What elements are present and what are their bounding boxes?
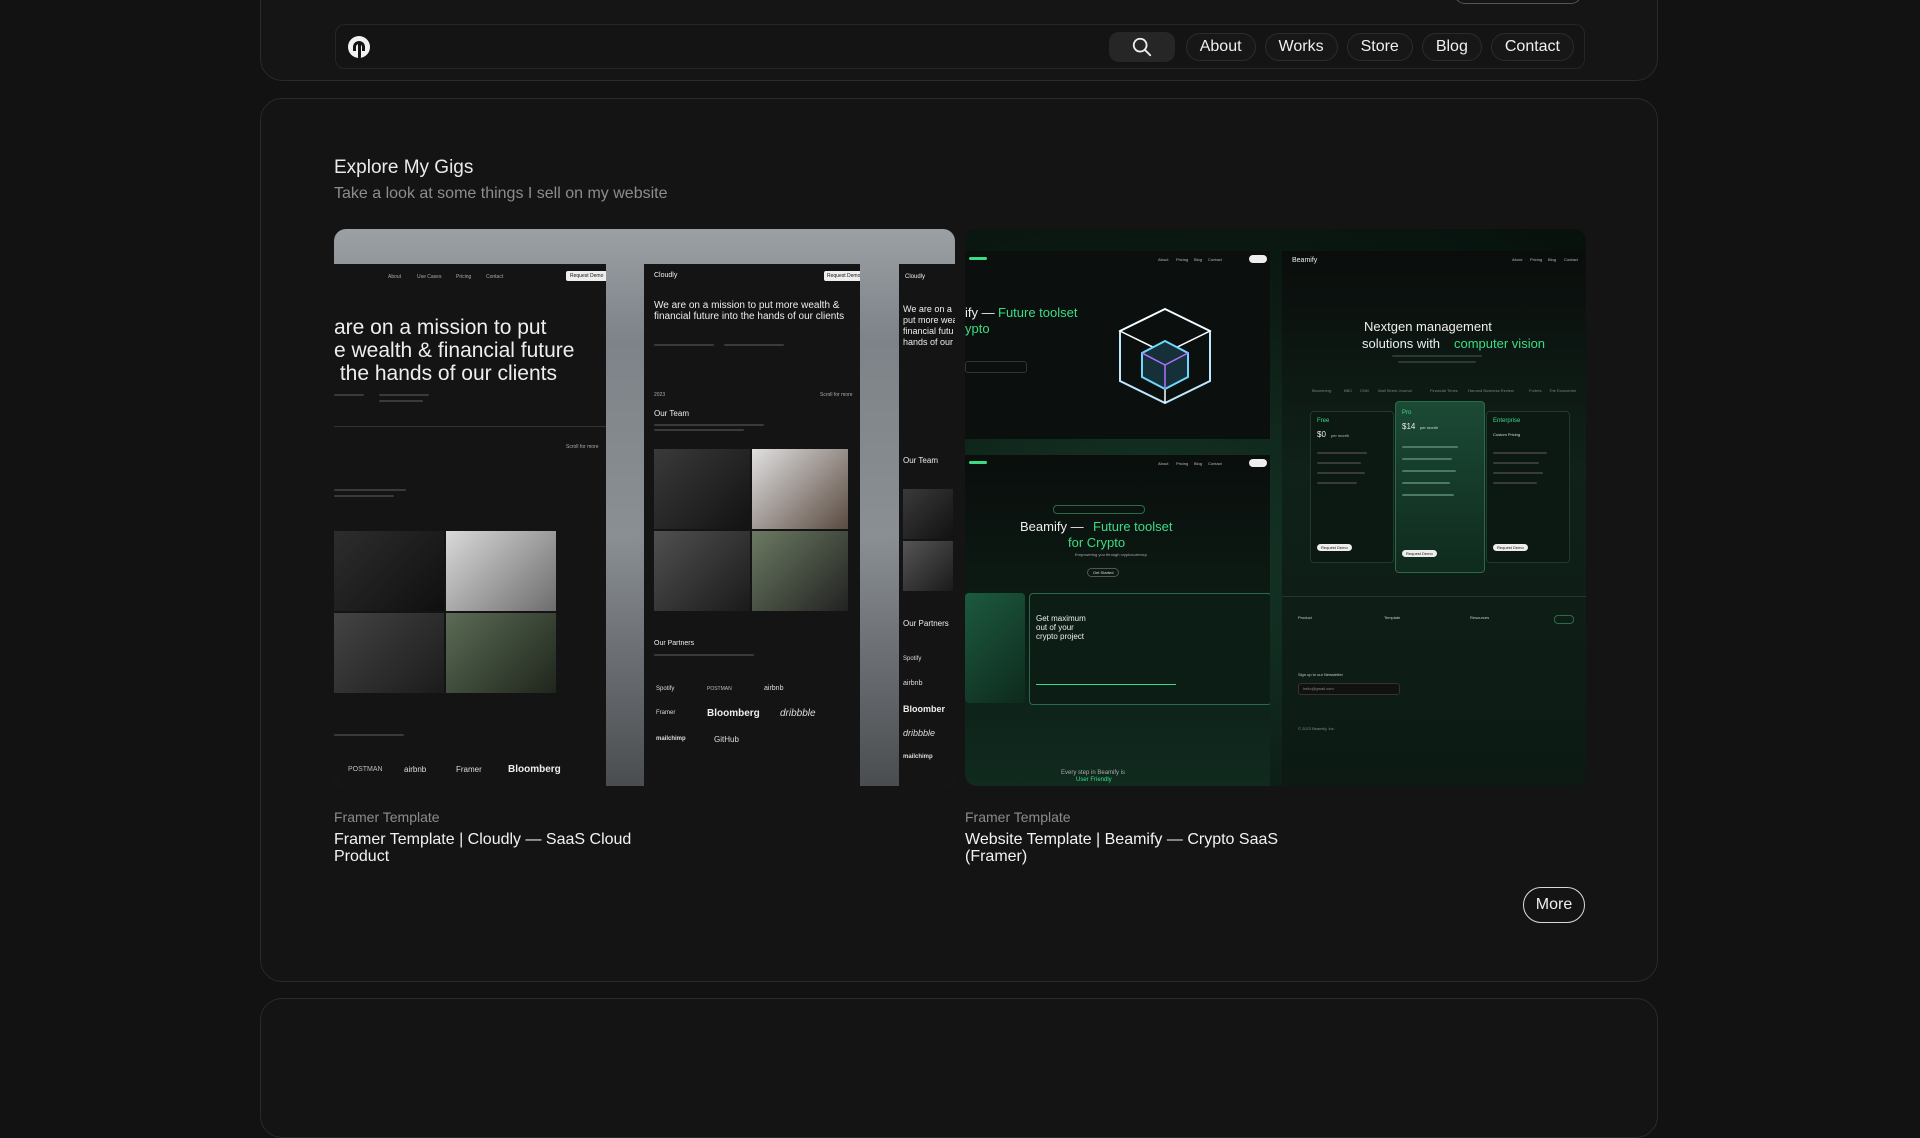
gig-card-beamify[interactable]: About Pricing Blog Contact ify — Future … xyxy=(965,229,1586,865)
logo-icon[interactable] xyxy=(348,36,370,58)
search-button[interactable] xyxy=(1108,32,1175,62)
nav-link-contact[interactable]: Contact xyxy=(1490,33,1574,61)
gig-title[interactable]: Website Template | Beamify — Crypto SaaS… xyxy=(965,831,1305,865)
mockup-screen-pricing: Beamify About Pricing Blog Contact Nextg… xyxy=(1282,251,1586,786)
search-icon xyxy=(1132,37,1151,57)
section-title: Explore My Gigs xyxy=(334,157,474,178)
nav-link-works[interactable]: Works xyxy=(1264,33,1338,61)
nav-link-about[interactable]: About xyxy=(1185,33,1256,61)
nav-link-store[interactable]: Store xyxy=(1346,33,1413,61)
next-section-panel xyxy=(260,998,1658,1138)
mockup-screen-right: Cloudly We are on a r put more wea finan… xyxy=(899,264,955,786)
mockup-screen-middle: Cloudly Request Demo We are on a mission… xyxy=(644,264,860,786)
nav-link-blog[interactable]: Blog xyxy=(1421,33,1482,61)
cube-graphic xyxy=(1118,307,1212,405)
gig-title[interactable]: Framer Template | Cloudly — SaaS Cloud P… xyxy=(334,831,674,865)
gig-thumbnail-beamify[interactable]: About Pricing Blog Contact ify — Future … xyxy=(965,229,1586,786)
more-button[interactable]: More xyxy=(1523,887,1585,923)
mockup-screen-hero: About Pricing Blog Contact ify — Future … xyxy=(965,251,1270,439)
nav-right: About Works Store Blog Contact xyxy=(1108,32,1574,62)
gig-thumbnail-cloudly[interactable]: About Use Cases Pricing Contact Request … xyxy=(334,229,955,786)
section-subtitle: Take a look at some things I sell on my … xyxy=(334,185,668,202)
gig-category: Framer Template xyxy=(334,809,440,825)
navbar: About Works Store Blog Contact xyxy=(335,24,1585,69)
gig-card-cloudly[interactable]: About Use Cases Pricing Contact Request … xyxy=(334,229,955,865)
gig-category: Framer Template xyxy=(965,809,1071,825)
top-pill-button[interactable] xyxy=(1454,0,1582,4)
mockup-screen-left: About Use Cases Pricing Contact Request … xyxy=(334,264,606,786)
mockup-screen-crypto: About Pricing Blog Contact Beamify — Fut… xyxy=(965,455,1270,786)
